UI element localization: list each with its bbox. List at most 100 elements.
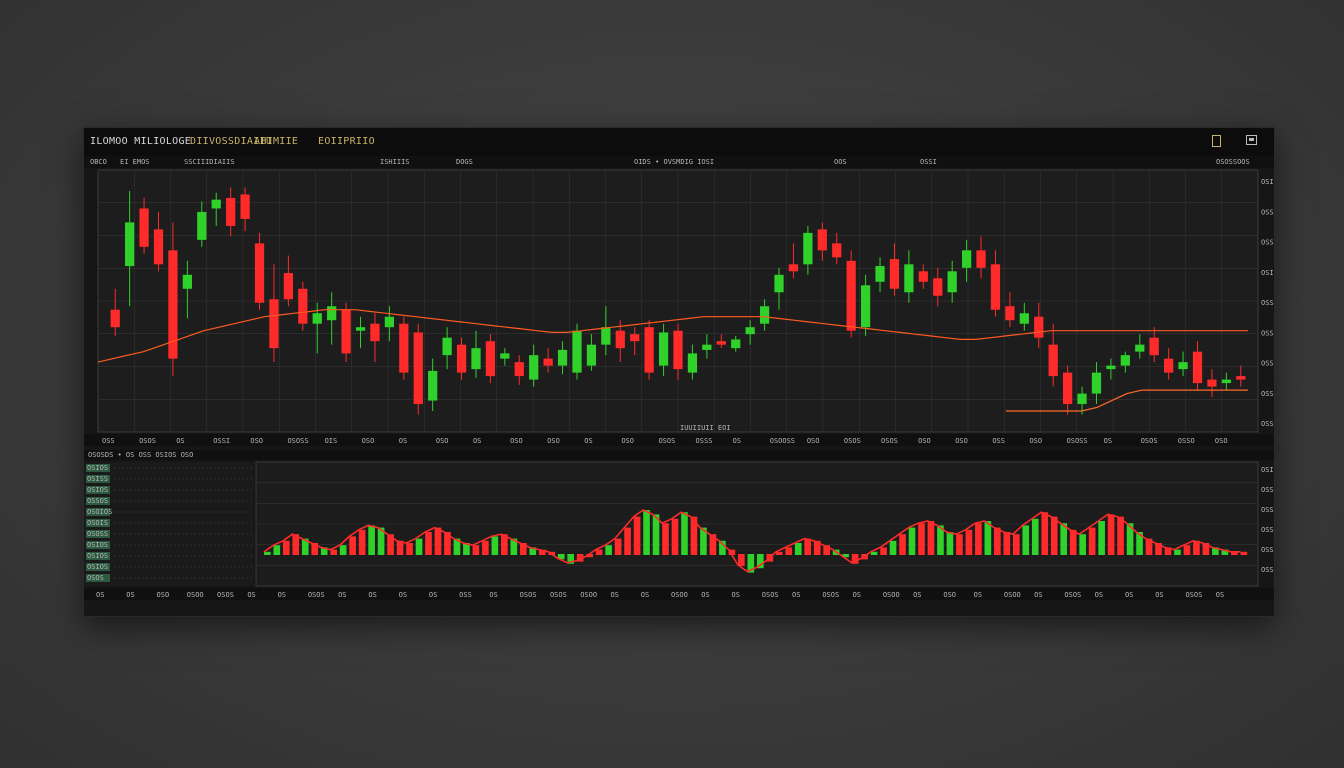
candle-up[interactable] bbox=[702, 344, 712, 350]
candle-down[interactable] bbox=[933, 278, 943, 296]
candle-up[interactable] bbox=[947, 271, 957, 293]
candle-up[interactable] bbox=[182, 274, 192, 289]
indicator-x-label: OS bbox=[247, 591, 255, 599]
candle-down[interactable] bbox=[1192, 351, 1203, 384]
candle-up[interactable] bbox=[1135, 344, 1145, 352]
candle-up[interactable] bbox=[442, 337, 452, 356]
candle-down[interactable] bbox=[1149, 337, 1159, 356]
candle-up[interactable] bbox=[428, 370, 438, 401]
candle-up[interactable] bbox=[961, 250, 972, 268]
candle-up[interactable] bbox=[1077, 393, 1087, 405]
x-axis-label: OS bbox=[1104, 437, 1112, 445]
x-axis-label: OS bbox=[733, 437, 741, 445]
candle-up[interactable] bbox=[211, 199, 221, 209]
candle-down[interactable] bbox=[341, 309, 351, 354]
subheader-label: OSSI bbox=[920, 158, 937, 166]
menu-item-2[interactable]: AHIMIIE bbox=[254, 136, 298, 147]
candle-down[interactable] bbox=[817, 229, 827, 251]
candle-up[interactable] bbox=[471, 348, 481, 370]
panel-toggle-icon[interactable] bbox=[1212, 135, 1221, 147]
candle-up[interactable] bbox=[658, 332, 669, 366]
window-maximize-icon[interactable] bbox=[1246, 135, 1257, 145]
candle-up[interactable] bbox=[125, 222, 135, 267]
indicator-bar-up bbox=[1031, 518, 1039, 555]
candle-down[interactable] bbox=[846, 260, 856, 331]
candle-down[interactable] bbox=[370, 323, 380, 342]
candle-up[interactable] bbox=[1221, 379, 1231, 384]
candle-down[interactable] bbox=[153, 229, 164, 265]
candle-down[interactable] bbox=[832, 243, 842, 258]
candle-up[interactable] bbox=[687, 353, 698, 373]
candle-up[interactable] bbox=[774, 274, 784, 293]
menu-item-3[interactable]: EOIIPRIIO bbox=[318, 136, 375, 147]
candle-down[interactable] bbox=[918, 271, 928, 282]
candle-down[interactable] bbox=[1207, 379, 1217, 387]
candle-down[interactable] bbox=[269, 299, 279, 349]
candle-down[interactable] bbox=[456, 344, 467, 373]
candle-down[interactable] bbox=[644, 327, 654, 373]
candle-up[interactable] bbox=[586, 344, 597, 366]
candle-down[interactable] bbox=[630, 334, 640, 342]
candle-up[interactable] bbox=[875, 266, 885, 282]
candle-down[interactable] bbox=[1005, 306, 1015, 321]
candle-down[interactable] bbox=[514, 362, 524, 377]
candle-down[interactable] bbox=[254, 243, 265, 303]
indicator-x-label: OS bbox=[641, 591, 649, 599]
candle-up[interactable] bbox=[759, 306, 770, 324]
candle-up[interactable] bbox=[1106, 365, 1116, 370]
indicator-bar-up bbox=[681, 512, 688, 555]
candle-down[interactable] bbox=[716, 341, 726, 345]
candle-down[interactable] bbox=[1063, 372, 1073, 405]
candle-down[interactable] bbox=[1048, 344, 1058, 377]
indicator-bar-down bbox=[482, 540, 489, 555]
candle-up[interactable] bbox=[312, 313, 322, 324]
candle-down[interactable] bbox=[615, 330, 625, 349]
candle-down[interactable] bbox=[889, 259, 900, 289]
candle-up[interactable] bbox=[572, 330, 582, 373]
candle-down[interactable] bbox=[990, 264, 1001, 310]
candle-up[interactable] bbox=[904, 264, 914, 293]
candle-up[interactable] bbox=[327, 306, 337, 321]
x-axis-label: OSOS bbox=[844, 437, 861, 445]
candle-down[interactable] bbox=[413, 332, 423, 405]
candle-down[interactable] bbox=[976, 250, 986, 268]
candle-up[interactable] bbox=[860, 285, 871, 328]
candle-down[interactable] bbox=[673, 330, 683, 370]
candle-down[interactable] bbox=[298, 288, 308, 324]
candle-up[interactable] bbox=[529, 355, 539, 380]
indicator-bar-down bbox=[1117, 516, 1124, 555]
candle-down[interactable] bbox=[485, 341, 496, 377]
candle-down[interactable] bbox=[1164, 358, 1174, 373]
candle-down[interactable] bbox=[226, 197, 236, 226]
candle-up[interactable] bbox=[1091, 372, 1102, 394]
indicator-bar-up bbox=[264, 551, 271, 555]
candle-up[interactable] bbox=[1019, 313, 1029, 324]
x-axis-label: OSO bbox=[918, 437, 931, 445]
candle-down[interactable] bbox=[788, 264, 799, 272]
indicator-bar-down bbox=[775, 551, 783, 555]
candle-up[interactable] bbox=[1178, 362, 1188, 370]
candle-down[interactable] bbox=[283, 273, 293, 300]
indicator-bar-down bbox=[1069, 529, 1077, 555]
candle-up[interactable] bbox=[197, 211, 207, 240]
indicator-bar-down bbox=[595, 549, 603, 555]
candle-down[interactable] bbox=[139, 208, 149, 247]
candle-up[interactable] bbox=[1120, 355, 1130, 366]
candle-down[interactable] bbox=[110, 309, 120, 328]
candle-up[interactable] bbox=[745, 327, 755, 335]
candle-down[interactable] bbox=[543, 358, 553, 366]
candle-up[interactable] bbox=[500, 353, 510, 359]
candle-up[interactable] bbox=[355, 327, 366, 331]
candle-up[interactable] bbox=[731, 339, 741, 349]
candle-up[interactable] bbox=[557, 349, 568, 366]
candle-up[interactable] bbox=[803, 232, 813, 265]
indicator-bar-down bbox=[880, 547, 887, 555]
candle-down[interactable] bbox=[240, 194, 250, 219]
candle-up[interactable] bbox=[384, 316, 395, 328]
candle-down[interactable] bbox=[399, 323, 409, 373]
candle-up[interactable] bbox=[601, 327, 611, 345]
candle-down[interactable] bbox=[1034, 316, 1044, 338]
indicator-bar-down bbox=[899, 534, 906, 555]
candle-down[interactable] bbox=[1236, 376, 1246, 380]
y-axis-label: OSS bbox=[1261, 390, 1274, 398]
